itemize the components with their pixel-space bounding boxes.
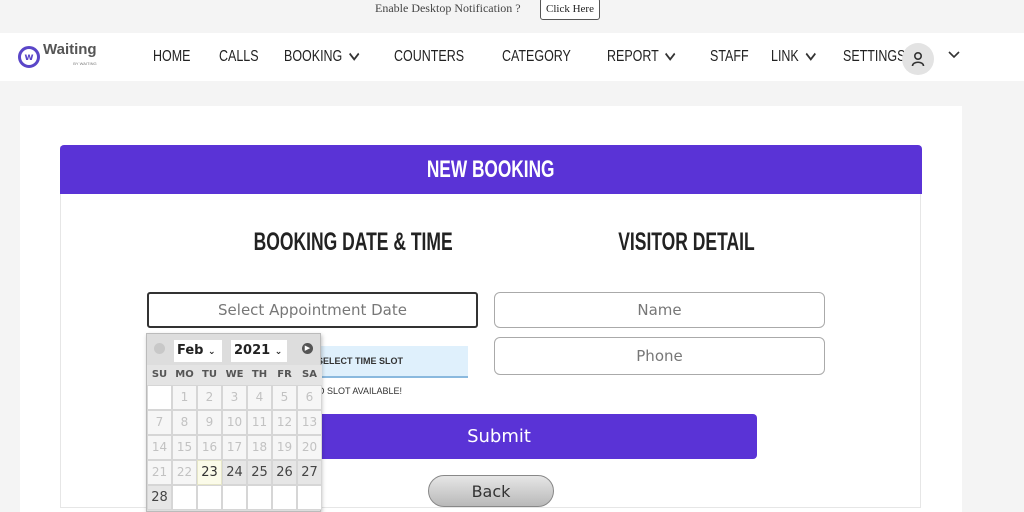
nav-item-link[interactable]: LINK bbox=[771, 48, 816, 66]
calendar-day: 19 bbox=[272, 435, 297, 460]
nav-item-label: LINK bbox=[771, 48, 800, 65]
chevron-down-icon bbox=[348, 52, 359, 61]
appointment-date-input[interactable]: Select Appointment Date bbox=[147, 292, 478, 328]
no-slot-message: NO SLOT AVAILABLE! bbox=[311, 386, 403, 396]
calendar-day: 14 bbox=[147, 435, 172, 460]
weekday-header: SU bbox=[147, 365, 172, 385]
month-select[interactable]: Feb ⌄ bbox=[174, 340, 222, 362]
calendar-day: 20 bbox=[297, 435, 322, 460]
calendar-day: 13 bbox=[297, 410, 322, 435]
name-input[interactable]: Name bbox=[494, 292, 825, 328]
calendar-day: 22 bbox=[172, 460, 197, 485]
calendar-day[interactable]: 23 bbox=[197, 460, 222, 485]
weekday-header: MO bbox=[172, 365, 197, 385]
time-slot-select[interactable]: SELECT TIME SLOT bbox=[311, 346, 468, 378]
nav-menu: HOME CALLS BOOKING COUNTERS CATEGORY REPORT ST… bbox=[153, 33, 935, 81]
nav-item-label: STAFF bbox=[709, 48, 749, 65]
card-title: NEW BOOKING bbox=[427, 155, 555, 183]
nav-item-report[interactable]: REPORT bbox=[607, 48, 677, 66]
next-month-icon[interactable]: ▶ bbox=[302, 343, 313, 354]
calendar-empty-cell bbox=[247, 485, 272, 510]
calendar-empty-cell bbox=[147, 385, 172, 410]
prev-month-icon[interactable] bbox=[154, 343, 165, 354]
nav-item-label: CALLS bbox=[219, 48, 259, 65]
nav-item-calls[interactable]: CALLS bbox=[219, 48, 259, 66]
notification-text: Enable Desktop Notification ? bbox=[375, 1, 521, 15]
nav-item-category[interactable]: CATEGORY bbox=[502, 48, 571, 66]
calendar-day: 17 bbox=[222, 435, 247, 460]
card-header: NEW BOOKING bbox=[60, 145, 922, 194]
weekday-header: FR bbox=[272, 365, 297, 385]
logo-icon: w bbox=[18, 46, 40, 68]
nav-item-label: CATEGORY bbox=[502, 48, 572, 65]
chevron-down-icon bbox=[665, 52, 677, 61]
user-icon bbox=[911, 51, 925, 67]
calendar-day: 16 bbox=[197, 435, 222, 460]
calendar-empty-cell bbox=[197, 485, 222, 510]
user-menu-chevron-icon[interactable] bbox=[948, 48, 960, 62]
calendar-empty-cell bbox=[222, 485, 247, 510]
notification-bar: Enable Desktop Notification ? Click Here bbox=[0, 0, 1024, 32]
calendar-day: 6 bbox=[297, 385, 322, 410]
year-select[interactable]: 2021 ⌄ bbox=[231, 340, 287, 362]
date-picker: Feb ⌄ 2021 ⌄ ▶ SU MO TU WE TH FR SA 1 2 3 4 5 6 7 8 9 10… bbox=[146, 333, 322, 512]
visitor-detail-title: VISITOR DETAIL bbox=[618, 228, 755, 256]
nav-item-label: REPORT bbox=[607, 48, 660, 65]
booking-date-time-title: BOOKING DATE & TIME bbox=[253, 228, 453, 256]
calendar-day: 7 bbox=[147, 410, 172, 435]
nav-item-booking[interactable]: BOOKING bbox=[284, 48, 359, 66]
calendar-day: 18 bbox=[247, 435, 272, 460]
weekday-header: TH bbox=[247, 365, 272, 385]
nav-item-home[interactable]: HOME bbox=[153, 48, 190, 66]
logo-subtext: BY WAITING bbox=[73, 61, 97, 66]
nav-item-label: SETTINGS bbox=[842, 48, 906, 65]
weekday-header: WE bbox=[222, 365, 247, 385]
navbar: w Waiting BY WAITING HOME CALLS BOOKING COU… bbox=[0, 33, 1024, 81]
calendar-day: 2 bbox=[197, 385, 222, 410]
nav-item-label: BOOKING bbox=[283, 48, 342, 65]
back-button[interactable]: Back bbox=[428, 475, 554, 507]
calendar-day: 11 bbox=[247, 410, 272, 435]
calendar-day[interactable]: 24 bbox=[222, 460, 247, 485]
calendar-day[interactable]: 27 bbox=[297, 460, 322, 485]
user-avatar[interactable] bbox=[902, 43, 934, 75]
phone-input[interactable]: Phone bbox=[494, 337, 825, 375]
calendar-day: 3 bbox=[222, 385, 247, 410]
calendar-empty-cell bbox=[297, 485, 322, 510]
calendar-empty-cell bbox=[272, 485, 297, 510]
calendar-day: 4 bbox=[247, 385, 272, 410]
calendar-day[interactable]: 26 bbox=[272, 460, 297, 485]
nav-item-staff[interactable]: STAFF bbox=[710, 48, 749, 66]
weekday-header: TU bbox=[197, 365, 222, 385]
date-picker-header: Feb ⌄ 2021 ⌄ ▶ bbox=[147, 334, 320, 365]
logo[interactable]: w Waiting BY WAITING bbox=[18, 41, 97, 71]
nav-item-label: COUNTERS bbox=[394, 48, 465, 65]
calendar-day: 12 bbox=[272, 410, 297, 435]
nav-item-counters[interactable]: COUNTERS bbox=[394, 48, 464, 66]
calendar-day: 8 bbox=[172, 410, 197, 435]
calendar-day[interactable]: 28 bbox=[147, 485, 172, 510]
calendar-grid: SU MO TU WE TH FR SA 1 2 3 4 5 6 7 8 9 10 11 12 13 14 15 16 17 1… bbox=[147, 365, 322, 510]
enable-notification-button[interactable]: Click Here bbox=[540, 0, 600, 20]
calendar-day[interactable]: 25 bbox=[247, 460, 272, 485]
calendar-day: 15 bbox=[172, 435, 197, 460]
calendar-day: 9 bbox=[197, 410, 222, 435]
nav-item-label: HOME bbox=[153, 48, 191, 65]
weekday-header: SA bbox=[297, 365, 322, 385]
calendar-day: 21 bbox=[147, 460, 172, 485]
calendar-empty-cell bbox=[172, 485, 197, 510]
chevron-down-icon bbox=[805, 52, 816, 61]
logo-text: Waiting bbox=[43, 41, 97, 58]
calendar-day: 1 bbox=[172, 385, 197, 410]
calendar-day: 10 bbox=[222, 410, 247, 435]
calendar-day: 5 bbox=[272, 385, 297, 410]
